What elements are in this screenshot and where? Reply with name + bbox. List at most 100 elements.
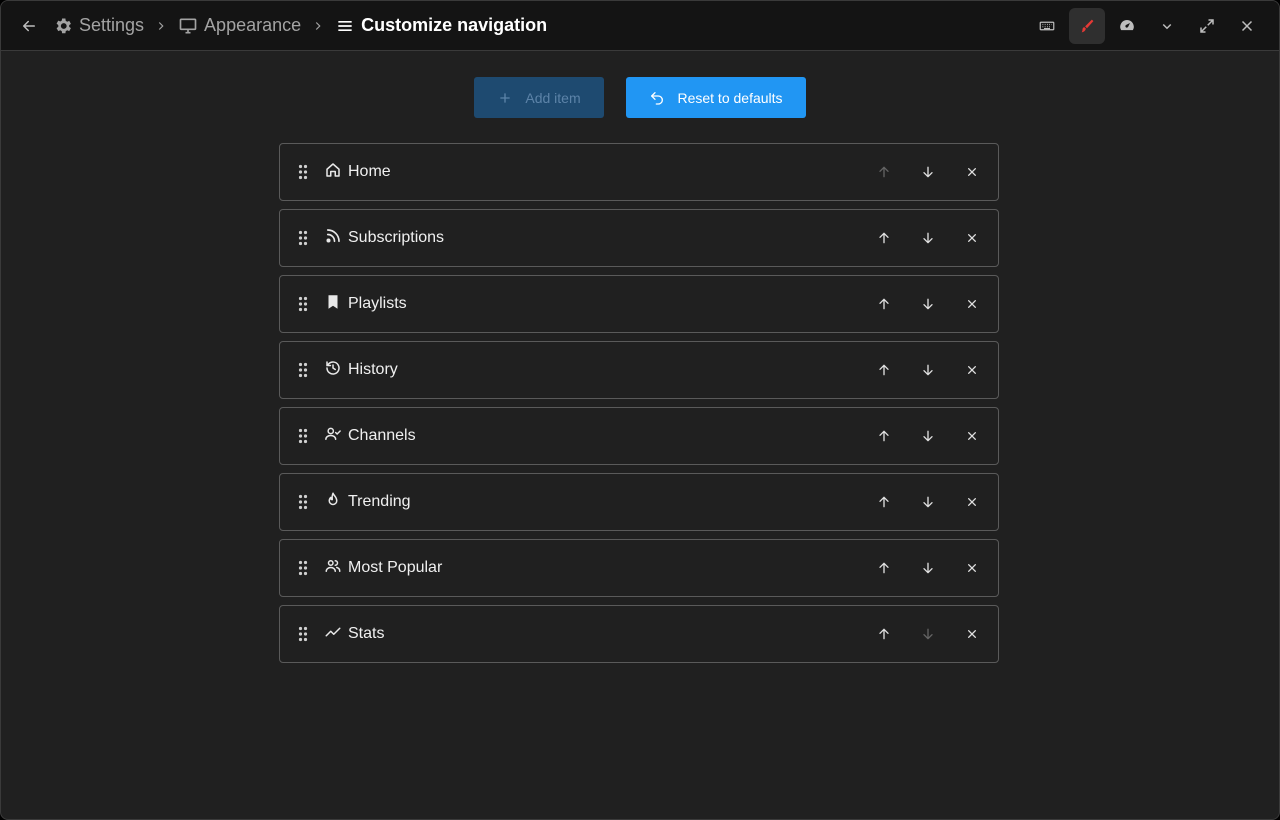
account-check-icon [324, 425, 342, 443]
close-icon [968, 366, 976, 374]
arrow-up-icon [879, 166, 889, 178]
arrow-up-icon [879, 298, 889, 310]
account-group-icon [324, 557, 342, 575]
drag-handle-icon[interactable] [296, 428, 310, 444]
close-icon [968, 234, 976, 242]
nav-item-label: Home [348, 163, 391, 180]
arrow-up-icon [879, 430, 889, 442]
move-down-button[interactable] [910, 552, 946, 584]
arrow-left-icon [23, 20, 35, 31]
move-down-button[interactable] [910, 354, 946, 386]
chevron-down-icon [1162, 23, 1172, 30]
close-icon [968, 498, 976, 506]
plus-icon [500, 92, 511, 103]
row-actions [866, 486, 990, 518]
remove-item-button[interactable] [954, 420, 990, 452]
theme-brush-button[interactable] [1069, 8, 1105, 44]
nav-item-label: Playlists [348, 295, 407, 312]
move-up-button[interactable] [866, 618, 902, 650]
move-up-button[interactable] [866, 222, 902, 254]
move-up-button[interactable] [866, 288, 902, 320]
drag-handle-icon[interactable] [296, 560, 310, 576]
close-icon [1241, 20, 1253, 32]
window-controls [1029, 8, 1265, 44]
move-up-button[interactable] [866, 354, 902, 386]
remove-item-button[interactable] [954, 354, 990, 386]
arrow-up-icon [879, 628, 889, 640]
remove-item-button[interactable] [954, 222, 990, 254]
nav-item-label: Subscriptions [348, 229, 445, 246]
drag-handle-icon[interactable] [296, 626, 310, 642]
drag-handle-icon[interactable] [296, 230, 310, 246]
arrow-up-icon [879, 496, 889, 508]
title-bar: Settings Appearance Customize navigation [1, 1, 1279, 51]
move-down-button[interactable] [910, 486, 946, 518]
home-icon [324, 161, 342, 179]
app-window: Settings Appearance Customize navigation [0, 0, 1280, 820]
toolbar: Add item Reset to defaults [1, 77, 1279, 118]
row-actions [866, 222, 990, 254]
move-down-button[interactable] [910, 222, 946, 254]
row-actions [866, 552, 990, 584]
dropdown-button[interactable] [1149, 8, 1185, 44]
remove-item-button[interactable] [954, 486, 990, 518]
speed-button[interactable] [1109, 8, 1145, 44]
row-actions [866, 288, 990, 320]
nav-item-history: History [279, 341, 999, 399]
arrow-down-icon [923, 232, 933, 244]
add-item-label: Add item [525, 89, 581, 106]
row-actions [866, 156, 990, 188]
move-down-button [910, 618, 946, 650]
breadcrumb-label: Settings [79, 15, 145, 35]
nav-item-label: History [348, 361, 398, 378]
history-icon [324, 359, 342, 377]
close-icon [968, 168, 976, 176]
remove-item-button[interactable] [954, 552, 990, 584]
trending-up-icon [324, 623, 342, 641]
monitor-icon [179, 18, 197, 33]
move-up-button[interactable] [866, 420, 902, 452]
maximize-button[interactable] [1189, 8, 1225, 44]
remove-item-button[interactable] [954, 618, 990, 650]
remove-item-button[interactable] [954, 288, 990, 320]
row-actions [866, 420, 990, 452]
arrow-down-icon [923, 364, 933, 376]
nav-item-label: Channels [348, 427, 416, 444]
arrow-up-icon [879, 232, 889, 244]
menu-icon [338, 20, 352, 31]
back-button[interactable] [11, 8, 47, 44]
drag-handle-icon[interactable] [296, 494, 310, 510]
close-icon [968, 564, 976, 572]
chevron-right-icon [154, 19, 168, 33]
arrow-down-icon [923, 166, 933, 178]
nav-item-stats: Stats [279, 605, 999, 663]
move-down-button[interactable] [910, 420, 946, 452]
reset-defaults-label: Reset to defaults [677, 89, 783, 106]
move-down-button[interactable] [910, 156, 946, 188]
drag-handle-icon[interactable] [296, 164, 310, 180]
undo-icon [651, 91, 664, 105]
move-down-button[interactable] [910, 288, 946, 320]
move-up-button[interactable] [866, 486, 902, 518]
chevron-right-icon [311, 19, 325, 33]
breadcrumb-appearance[interactable]: Appearance [178, 15, 301, 36]
page-title: Customize navigation [361, 15, 548, 35]
reset-defaults-button[interactable]: Reset to defaults [626, 77, 806, 118]
arrow-down-icon [923, 628, 933, 640]
nav-item-home: Home [279, 143, 999, 201]
arrow-down-icon [923, 496, 933, 508]
row-actions [866, 354, 990, 386]
close-window-button[interactable] [1229, 8, 1265, 44]
drag-handle-icon[interactable] [296, 362, 310, 378]
move-up-button[interactable] [866, 552, 902, 584]
drag-handle-icon[interactable] [296, 296, 310, 312]
keyboard-button[interactable] [1029, 8, 1065, 44]
breadcrumb-settings[interactable]: Settings [53, 15, 144, 36]
speedometer-icon [1120, 19, 1134, 31]
gear-icon [56, 18, 71, 33]
nav-item-label: Most Popular [348, 559, 443, 576]
add-item-button: Add item [474, 77, 604, 118]
remove-item-button[interactable] [954, 156, 990, 188]
expand-icon [1200, 19, 1214, 33]
breadcrumb-customize-navigation: Customize navigation [335, 15, 547, 36]
